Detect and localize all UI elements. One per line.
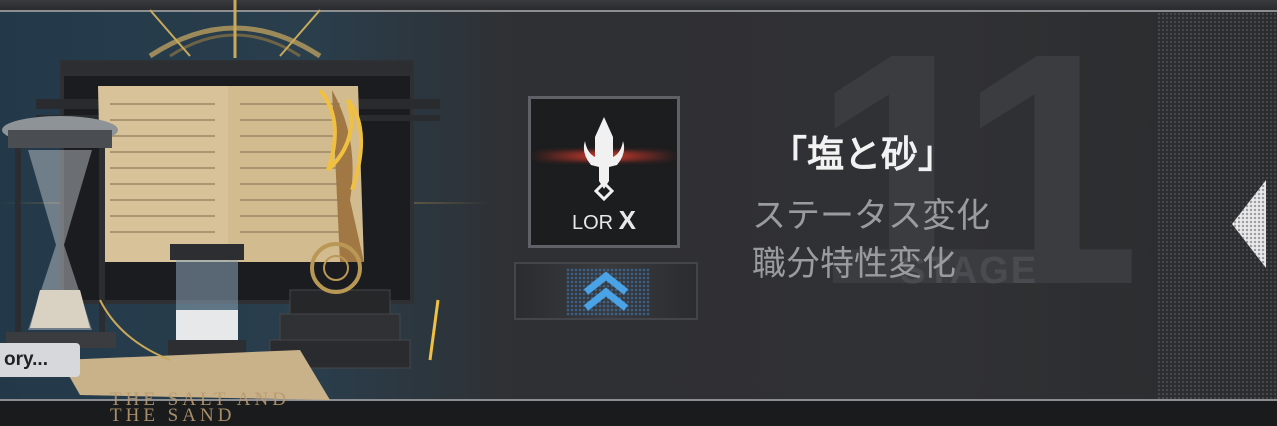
story-tag[interactable]: ory...	[0, 343, 80, 377]
badge-label-suffix: X	[618, 205, 637, 235]
trident-icon	[583, 117, 625, 202]
rank-up-indicator	[514, 262, 698, 320]
hourglass-ornament	[2, 116, 118, 348]
effect-title: 「塩と砂」	[770, 133, 955, 176]
badge-label-prefix: LOR	[571, 212, 614, 234]
lantern-ornament	[168, 244, 246, 356]
effect-line-2: 職分特性変化	[752, 244, 956, 284]
artwork-caption-line-2: THE SAND	[110, 405, 236, 426]
lor-badge[interactable]: LOR X	[528, 96, 680, 248]
double-chevron-up-icon	[583, 271, 629, 311]
next-arrow-icon[interactable]	[1232, 180, 1266, 268]
badge-label: LOR X	[531, 205, 677, 236]
compass-rose-ornament	[148, 0, 322, 59]
artwork-caption: THE SALT AND THE SAND	[110, 390, 290, 426]
effect-line-1: ステータス変化	[752, 196, 990, 236]
